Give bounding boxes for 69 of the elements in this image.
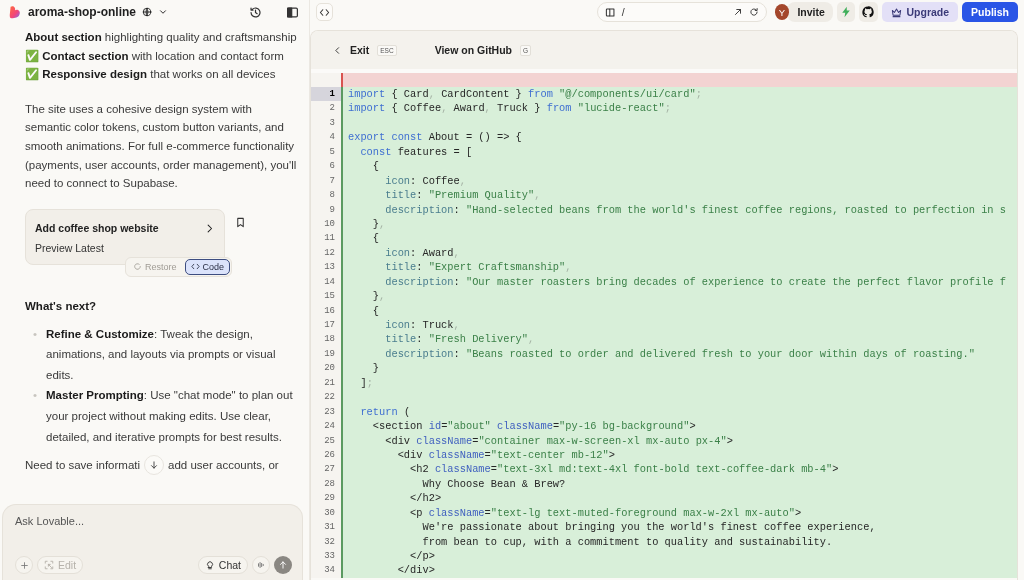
section-heading: What's next? [25,298,98,314]
url-path: / [621,6,625,18]
code-toggle-button[interactable] [316,3,333,21]
bullet-marker: • [33,326,38,342]
line-number: 6 [311,159,341,174]
plus-icon [19,560,29,570]
line-number: 4 [311,130,341,145]
line-number: 2 [311,101,341,116]
open-external-icon[interactable] [732,7,743,17]
exit-button[interactable]: Exit [350,44,370,56]
chat-mode-button[interactable]: Chat [197,556,248,574]
view-on-github-link[interactable]: View on GitHub [434,44,513,56]
code-icon [190,262,200,272]
chevron-left-icon[interactable] [333,45,342,55]
user-avatar[interactable]: Y [774,4,790,20]
arrow-up-icon [278,560,288,570]
list-item: Refine & Customize: Tweak the design, animations, and layouts via prompts or visual edits. [46,326,277,383]
code-icon [318,6,330,18]
chat-text: add user accounts, or [168,457,279,473]
line-number: 31 [311,520,341,535]
arrow-down-icon [149,460,160,471]
refresh-icon[interactable] [748,7,759,17]
github-button[interactable] [859,2,878,22]
line-number: 18 [311,332,341,347]
line-number: 29 [311,491,341,506]
line-number: 20 [311,361,341,376]
line-number: 13 [311,260,341,275]
line-number: 33 [311,549,341,564]
history-icon [249,5,262,19]
project-name[interactable]: aroma-shop-online [28,5,136,19]
version-title: Add coffee shop website [35,220,159,236]
restore-icon [133,262,142,272]
publish-button[interactable]: Publish [962,2,1018,22]
bookmark-icon [235,216,246,228]
line-number: 8 [311,188,341,203]
bullet-marker: • [33,388,38,404]
send-button[interactable] [274,556,292,574]
upgrade-button[interactable]: Upgrade [881,2,959,22]
url-bar[interactable]: / [596,2,767,22]
history-button[interactable] [249,5,262,19]
waveform-icon [256,560,266,570]
add-button[interactable] [15,556,33,574]
logo-icon[interactable] [8,5,22,19]
line-number: 22 [311,390,341,405]
list-item: Master Prompting: Use "chat mode" to plan out your project without making edits. Use clear, detailed, and iterative prompts for best results. [46,388,294,445]
globe-icon [142,7,152,17]
invite-button[interactable]: Invite [787,2,833,22]
line-number: 27 [311,462,341,477]
lightbulb-icon [204,560,215,570]
select-icon [44,560,54,570]
sidebar-toggle-button[interactable] [286,5,299,19]
chevron-down-icon[interactable] [158,7,168,17]
bolt-icon [840,6,852,18]
chat-text: Need to save informati [25,457,141,473]
line-number: 1 [311,87,341,102]
code-button[interactable]: Code [184,258,231,275]
line-number: 15 [311,289,341,304]
crown-icon [890,6,902,18]
line-number: 17 [311,318,341,333]
chat-paragraph: About section highlighting quality and craftsmanship ✅ Contact section with location and contact form ✅ Responsive design that works on all devices [25,30,297,83]
line-number: 11 [311,231,341,246]
preview-link[interactable]: Preview Latest [35,239,215,258]
line-number: 24 [311,419,341,434]
chat-paragraph: The site uses a cohesive design system with semantic color tokens, custom button variants, and smooth animations. For full e-commerce functionality (payments, user accounts, order management), you'll need to connect to Supabase. [25,101,297,192]
bookmark-button[interactable] [235,216,246,228]
line-number: 34 [311,563,341,578]
github-icon [862,6,875,18]
pages-icon [604,6,616,18]
sidebar-icon [286,5,299,19]
